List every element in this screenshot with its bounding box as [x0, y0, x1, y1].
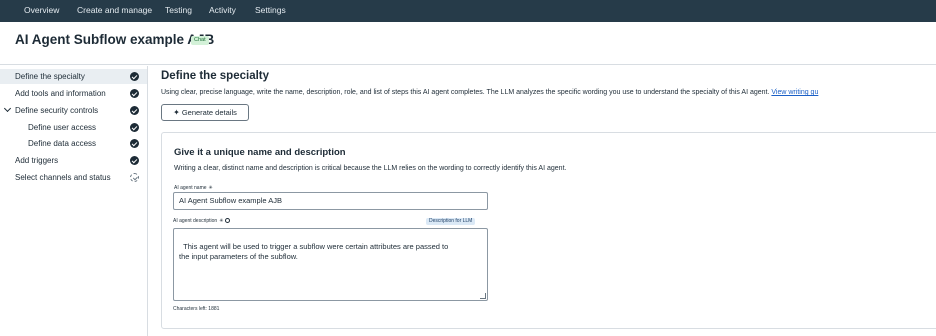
sidebar-item-label: Add triggers	[15, 156, 59, 165]
check-circle-icon	[130, 89, 139, 98]
description-field-label: AI agent description ✳	[173, 218, 231, 224]
chevron-down-icon[interactable]	[3, 104, 12, 113]
check-circle-icon	[130, 123, 139, 132]
agent-name-input[interactable]: AI Agent Subflow example AJB	[173, 192, 488, 210]
check-circle-icon	[130, 156, 139, 165]
required-icon: ✳	[208, 185, 213, 191]
sidebar-item-label: Select channels and status	[15, 173, 111, 182]
writing-guide-link[interactable]: View writing gu	[771, 89, 818, 96]
tab-create-and-manage[interactable]: Create and manage	[77, 0, 152, 22]
description-text: This agent will be used to trigger a sub…	[179, 242, 449, 261]
sidebar-item-data-access[interactable]: Define data access	[0, 136, 147, 151]
sidebar-item-define-specialty[interactable]: Define the specialty	[0, 69, 147, 84]
characters-left: Characters left: 1881	[173, 306, 220, 312]
section-description: Using clear, precise language, write the…	[161, 89, 818, 96]
required-icon: ✳	[219, 218, 224, 224]
sidebar-item-label: Define user access	[28, 123, 97, 132]
top-nav: Overview Create and manage Testing Activ…	[0, 0, 936, 22]
tab-activity[interactable]: Activity	[209, 0, 236, 22]
check-circle-icon	[130, 72, 139, 81]
agent-description-textarea[interactable]: This agent will be used to trigger a sub…	[173, 228, 488, 301]
resize-handle-icon[interactable]	[480, 293, 486, 299]
tab-testing[interactable]: Testing	[165, 0, 192, 22]
sidebar-item-label: Add tools and information	[15, 89, 106, 98]
tab-overview[interactable]: Overview	[24, 0, 59, 22]
name-label-text: AI agent name	[174, 185, 207, 191]
steps-sidebar: Define the specialty Add tools and infor…	[0, 66, 148, 336]
name-field-label: AI agent name ✳	[174, 185, 213, 191]
description-for-llm-badge: Description for LLM	[426, 218, 476, 225]
sparkle-icon: ✦	[173, 108, 180, 117]
check-circle-icon	[130, 139, 139, 148]
sidebar-item-add-triggers[interactable]: Add triggers	[0, 153, 147, 168]
generate-details-label: Generate details	[181, 108, 237, 117]
sidebar-item-channels-status[interactable]: Select channels and status	[0, 170, 147, 185]
sidebar-item-user-access[interactable]: Define user access	[0, 120, 147, 135]
section-description-text: Using clear, precise language, write the…	[161, 89, 770, 96]
sidebar-item-security-controls[interactable]: Define security controls	[0, 103, 147, 118]
sidebar-item-label: Define the specialty	[15, 72, 85, 81]
page-header: AI Agent Subflow example AJB Chat	[0, 22, 936, 65]
chat-badge: Chat	[191, 36, 209, 45]
dashed-check-circle-icon	[130, 173, 139, 182]
generate-details-button[interactable]: ✦ Generate details	[161, 104, 249, 121]
sidebar-item-add-tools[interactable]: Add tools and information	[0, 86, 147, 101]
info-icon[interactable]	[225, 218, 231, 223]
page-title: AI Agent Subflow example AJB	[15, 32, 215, 47]
description-label-text: AI agent description	[173, 218, 218, 224]
check-circle-icon	[130, 106, 139, 115]
sidebar-item-label: Define security controls	[15, 106, 99, 115]
card-description: Writing a clear, distinct name and descr…	[174, 165, 567, 172]
sidebar-item-label: Define data access	[28, 139, 97, 148]
section-title: Define the specialty	[161, 70, 270, 82]
tab-settings[interactable]: Settings	[255, 0, 286, 22]
card-title: Give it a unique name and description	[174, 147, 346, 158]
